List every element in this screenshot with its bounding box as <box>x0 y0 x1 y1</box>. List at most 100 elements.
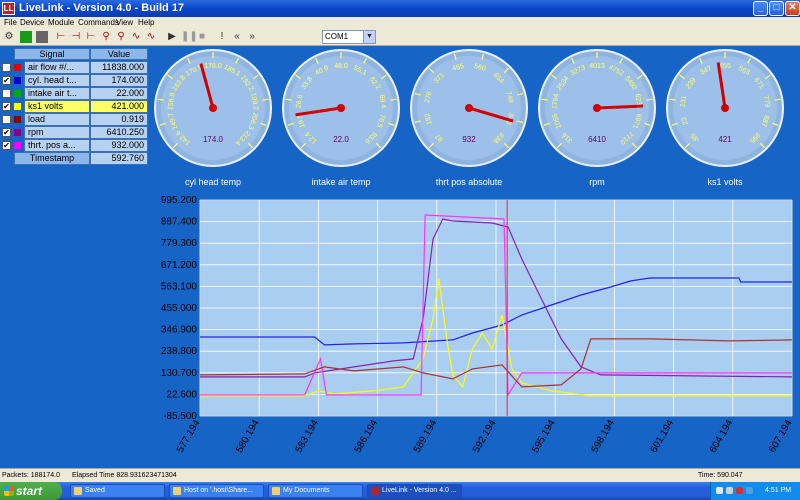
timestamp-value: 592.760 <box>90 152 148 165</box>
taskbar-livelink[interactable]: LiveLink - Version 4.0 ... <box>367 484 462 498</box>
y-tick-label: 995.200 <box>161 195 198 206</box>
elapsed-time: Elapsed Time 828.931623471304 <box>72 472 177 479</box>
gauge: 3161055179425343273 4013 47525492623169717… <box>538 49 656 187</box>
gauge-hub <box>465 104 473 112</box>
signal-value: 0.919 <box>90 113 148 126</box>
signal-name: cyl. head t... <box>24 74 90 87</box>
green-record-icon[interactable] <box>20 31 32 43</box>
gauge-value: 22.0 <box>333 135 349 144</box>
menu-device[interactable]: Device <box>20 18 44 27</box>
y-tick-label: 563.100 <box>161 281 198 292</box>
rewind-icon[interactable]: « <box>231 31 243 43</box>
taskbar: start Saved Host on '.host\Share... My D… <box>0 482 800 500</box>
window-title: LiveLink - Version 4.0 - Build 17 <box>19 2 185 14</box>
menu-file[interactable]: File <box>4 18 17 27</box>
play-icon[interactable]: ▶ <box>166 31 178 43</box>
signal-value: 11838.000 <box>90 61 148 74</box>
menu-help[interactable]: Help <box>138 18 154 27</box>
menu-module[interactable]: Module <box>48 18 74 27</box>
gauge-hub <box>209 104 217 112</box>
signal-checkbox[interactable] <box>2 115 11 124</box>
timestamp-row: Timestamp 592.760 <box>0 152 150 165</box>
gauge-value: 6410 <box>588 135 606 144</box>
signal-checkbox[interactable]: ✔ <box>2 128 11 137</box>
close-button[interactable]: ✕ <box>785 1 800 16</box>
y-tick-label: 455.000 <box>161 303 198 314</box>
probe-icon[interactable]: ⊢ <box>85 31 97 43</box>
stop-icon[interactable] <box>36 31 48 43</box>
trend-plot: 995.200 887.400 779.300 671.200 563.100 455.0… <box>150 192 800 468</box>
main-area: Signal Value air flow #/... 11838.000 ✔ cyl… <box>0 46 800 468</box>
maximize-button[interactable]: □ <box>769 1 784 16</box>
signal-row[interactable]: ✔ ks1 volts 421.000 <box>0 100 150 113</box>
y-tick-label: 671.200 <box>161 260 198 271</box>
com-port-select[interactable]: COM1 ▼ <box>322 30 376 44</box>
fast-forward-icon[interactable]: » <box>246 31 258 43</box>
gauge-panel: 142.6149.7156.8163.8170.9 178.0 185.1192.2… <box>154 49 784 187</box>
current-time: Time: 590.047 <box>698 472 743 479</box>
security-alert-icon[interactable] <box>736 487 743 494</box>
livelink-task-icon <box>371 487 379 495</box>
marker-icon[interactable]: ! <box>216 31 228 43</box>
signal-row[interactable]: load 0.919 <box>0 113 150 126</box>
network-icon[interactable] <box>716 487 723 494</box>
taskbar-my-documents[interactable]: My Documents <box>268 484 363 498</box>
timestamp-label: Timestamp <box>14 152 90 165</box>
pause-icon[interactable]: ❚❚ <box>181 31 198 43</box>
step-back-icon[interactable]: ⊢ <box>55 31 67 43</box>
menu-commands[interactable]: Commands <box>78 18 119 27</box>
gauge-value: 421 <box>718 135 732 144</box>
chevron-down-icon[interactable]: ▼ <box>363 31 375 43</box>
taskbar-saved[interactable]: Saved <box>70 484 165 498</box>
packets-count: Packets: 188174.0 <box>2 472 60 479</box>
gauge: 12.419.526.633.840.9 48.0 55.162.269.476.5… <box>282 49 400 187</box>
signal-row[interactable]: ✔ thrt. pos a... 932.000 <box>0 139 150 152</box>
minimize-button[interactable]: _ <box>753 1 768 16</box>
signal-value: 174.000 <box>90 74 148 87</box>
windows-flag-icon <box>4 486 14 496</box>
signal-row[interactable]: intake air t... 22.000 <box>0 87 150 100</box>
signal-row[interactable]: ✔ cyl. head t... 174.000 <box>0 74 150 87</box>
wave3-icon[interactable]: ∿ <box>145 31 157 43</box>
gauge: 142.6149.7156.8163.8170.9 178.0 185.1192.2… <box>154 49 272 187</box>
signal-checkbox[interactable]: ✔ <box>2 141 11 150</box>
wizard-icon[interactable]: ⚙ <box>3 31 15 43</box>
menu-bar: File Device Module Commands View Help <box>0 17 800 29</box>
wave-icon[interactable]: ⚲ <box>115 31 127 43</box>
gauge-label: cyl head temp <box>185 177 241 187</box>
signal-color-swatch <box>14 103 21 110</box>
gauge-hub <box>721 104 729 112</box>
y-tick-label: 887.400 <box>161 217 198 228</box>
gauge: 87182276371465560654749843938932thrt pos… <box>410 49 528 187</box>
stop2-icon[interactable]: ■ <box>196 31 208 43</box>
start-button[interactable]: start <box>0 482 62 500</box>
gauge-needle <box>596 104 644 110</box>
y-tick-label: 346.900 <box>161 325 198 336</box>
step-forward-icon[interactable]: ⊣ <box>70 31 82 43</box>
probe2-icon[interactable]: ⚲ <box>100 31 112 43</box>
signal-checkbox[interactable]: ✔ <box>2 102 11 111</box>
wave2-icon[interactable]: ∿ <box>130 31 142 43</box>
taskbar-host-share[interactable]: Host on '.host\Share... <box>169 484 264 498</box>
taskbar-saved-label: Saved <box>85 487 105 494</box>
gauge-value: 932 <box>462 135 476 144</box>
signal-name: load <box>24 113 90 126</box>
com-port-value: COM1 <box>325 32 349 41</box>
signal-row[interactable]: air flow #/... 11838.000 <box>0 61 150 74</box>
menu-view[interactable]: View <box>116 18 133 27</box>
tray-app-icon[interactable] <box>746 487 753 494</box>
value-header: Value <box>90 48 148 60</box>
signal-checkbox[interactable]: ✔ <box>2 76 11 85</box>
status-bar: Packets: 188174.0 Elapsed Time 828.93162… <box>0 468 800 482</box>
signal-name: thrt. pos a... <box>24 139 90 152</box>
signal-value: 22.000 <box>90 87 148 100</box>
gauge-label: intake air temp <box>311 177 370 187</box>
signal-checkbox[interactable] <box>2 63 11 72</box>
gauge-tick-label: 178.0 <box>204 63 222 70</box>
signal-row[interactable]: ✔ rpm 6410.250 <box>0 126 150 139</box>
signal-checkbox[interactable] <box>2 89 11 98</box>
signal-name: ks1 volts <box>24 100 90 113</box>
taskbar-my-documents-label: My Documents <box>283 487 330 494</box>
y-tick-label: 22.600 <box>166 389 197 400</box>
volume-icon[interactable] <box>726 487 733 494</box>
